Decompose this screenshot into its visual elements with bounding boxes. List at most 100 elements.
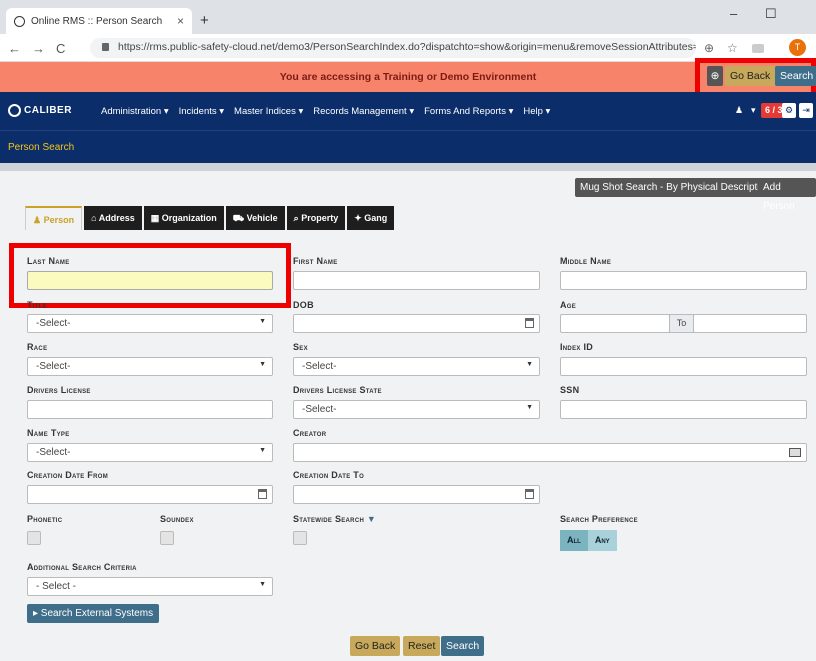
caliber-circle-icon	[8, 104, 21, 117]
user-icon[interactable]: ♟	[735, 103, 743, 118]
bookmark-star-icon[interactable]: ☆	[727, 41, 738, 55]
phonetic-checkbox[interactable]	[27, 531, 41, 545]
creation-date-from-input[interactable]	[27, 485, 273, 504]
keyboard-icon[interactable]	[789, 448, 801, 457]
forward-icon[interactable]: →	[32, 41, 45, 56]
search-external-systems-button[interactable]: ▸ Search External Systems	[27, 604, 160, 623]
minimize-icon[interactable]: –	[730, 6, 737, 21]
dropdown-caret-icon: ▼	[259, 361, 266, 368]
zoom-icon[interactable]: ⊕	[704, 41, 714, 55]
statewide-search-label: Statewide Search ▼	[293, 514, 377, 524]
tab-gang[interactable]: ✦ Gang	[347, 206, 395, 230]
lock-icon	[102, 43, 109, 51]
dropdown-caret-icon: ▼	[259, 318, 266, 325]
ssn-input[interactable]	[560, 400, 807, 419]
tab-property[interactable]: ⌕ Property	[286, 206, 346, 230]
first-name-input[interactable]	[293, 271, 540, 290]
logout-icon[interactable]: ⇥	[799, 103, 813, 118]
address-icon: ⌂	[91, 213, 97, 223]
sex-label: Sex	[293, 342, 308, 352]
creator-input[interactable]	[293, 443, 807, 462]
reset-button[interactable]: Reset	[403, 636, 441, 656]
main-navbar: CALIBER Administration ▾ Incidents ▾ Mas…	[0, 92, 816, 130]
page-title: Person Search	[8, 142, 75, 153]
name-type-select[interactable]: -Select- ▼	[27, 443, 273, 462]
gang-icon: ✦	[354, 213, 362, 223]
person-icon: ♟	[33, 215, 42, 225]
calendar-icon[interactable]	[525, 318, 534, 328]
divider	[0, 163, 816, 171]
tab-person[interactable]: ♟ Person	[25, 206, 83, 230]
header-go-back-button[interactable]: Go Back	[725, 66, 776, 86]
go-back-button[interactable]: Go Back	[350, 636, 401, 656]
middle-name-input[interactable]	[560, 271, 807, 290]
reload-icon[interactable]: C	[56, 41, 65, 56]
menu-incidents[interactable]: Incidents ▾	[179, 106, 224, 117]
user-caret-icon[interactable]: ▾	[751, 103, 756, 118]
maximize-icon[interactable]: ☐	[765, 6, 777, 22]
menu-master-indices[interactable]: Master Indices ▾	[234, 106, 303, 117]
name-type-label: Name Type	[27, 428, 70, 438]
filter-icon: ▼	[366, 514, 377, 524]
dropdown-caret-icon: ▼	[259, 447, 266, 454]
phonetic-label: Phonetic	[27, 514, 63, 524]
tab-address[interactable]: ⌂ Address	[84, 206, 142, 230]
dob-input[interactable]	[293, 314, 540, 333]
sex-select[interactable]: -Select- ▼	[293, 357, 540, 376]
header-search-button[interactable]: Search	[775, 66, 816, 86]
tab-organization[interactable]: ▦ Organization	[143, 206, 224, 230]
search-preference-label: Search Preference	[560, 514, 638, 524]
drivers-license-label: Drivers License	[27, 385, 91, 395]
extension-icon[interactable]	[752, 44, 764, 53]
browser-tab[interactable]: Online RMS :: Person Search ×	[6, 8, 192, 34]
add-person-button[interactable]: Add Person	[758, 178, 816, 212]
settings-gear-icon[interactable]: ⚙	[782, 103, 796, 118]
soundex-checkbox[interactable]	[160, 531, 174, 545]
tab-close-icon[interactable]: ×	[177, 14, 184, 28]
age-from-input[interactable]	[560, 314, 670, 333]
back-icon[interactable]: ←	[8, 41, 21, 56]
ssn-label: SSN	[560, 385, 580, 395]
mugshot-search-button[interactable]: Mug Shot Search - By Physical Descriptio…	[575, 178, 776, 197]
pref-any-button[interactable]: Any	[587, 530, 617, 551]
highlight-box-last-name	[9, 243, 291, 308]
calendar-icon[interactable]	[258, 489, 267, 499]
dob-label: DOB	[293, 300, 314, 310]
menu-help[interactable]: Help ▾	[523, 106, 550, 117]
profile-avatar[interactable]: T	[789, 39, 806, 56]
additional-criteria-select[interactable]: - Select - ▼	[27, 577, 273, 596]
url-field[interactable]: https://rms.public-safety-cloud.net/demo…	[90, 38, 696, 58]
arrow-circle-icon[interactable]: ⊕	[707, 66, 723, 86]
middle-name-label: Middle Name	[560, 256, 612, 266]
race-select[interactable]: -Select- ▼	[27, 357, 273, 376]
address-bar-row: ← → C https://rms.public-safety-cloud.ne…	[0, 34, 816, 62]
dropdown-caret-icon: ▼	[526, 404, 533, 411]
pref-all-button[interactable]: All	[560, 530, 588, 551]
dropdown-caret-icon: ▼	[526, 361, 533, 368]
drivers-license-input[interactable]	[27, 400, 273, 419]
creator-label: Creator	[293, 428, 327, 438]
menu-administration[interactable]: Administration ▾	[101, 106, 169, 117]
creation-date-to-input[interactable]	[293, 485, 540, 504]
statewide-checkbox[interactable]	[293, 531, 307, 545]
page-header-bar: Person Search	[0, 130, 816, 163]
property-icon: ⌕	[293, 213, 299, 223]
new-tab-icon[interactable]: +	[200, 12, 209, 29]
dropdown-caret-icon: ▼	[259, 581, 266, 588]
menu-records-management[interactable]: Records Management ▾	[313, 106, 414, 117]
search-type-tabs: ♟ Person ⌂ Address ▦ Organization ⛟ Vehi…	[25, 206, 395, 230]
age-to-addon: To	[669, 314, 694, 333]
menu-forms-and-reports[interactable]: Forms And Reports ▾	[424, 106, 513, 117]
tab-title: Online RMS :: Person Search	[31, 15, 163, 27]
dl-state-select[interactable]: -Select- ▼	[293, 400, 540, 419]
search-button[interactable]: Search	[441, 636, 485, 656]
title-select[interactable]: -Select- ▼	[27, 314, 273, 333]
tab-vehicle[interactable]: ⛟ Vehicle	[225, 206, 285, 230]
first-name-label: First Name	[293, 256, 338, 266]
calendar-icon[interactable]	[525, 489, 534, 499]
index-id-input[interactable]	[560, 357, 807, 376]
main-menu: Administration ▾ Incidents ▾ Master Indi…	[101, 106, 550, 117]
dl-state-label: Drivers License State	[293, 385, 382, 395]
age-to-input[interactable]	[693, 314, 807, 333]
search-preference-toggle: All Any	[560, 530, 617, 551]
